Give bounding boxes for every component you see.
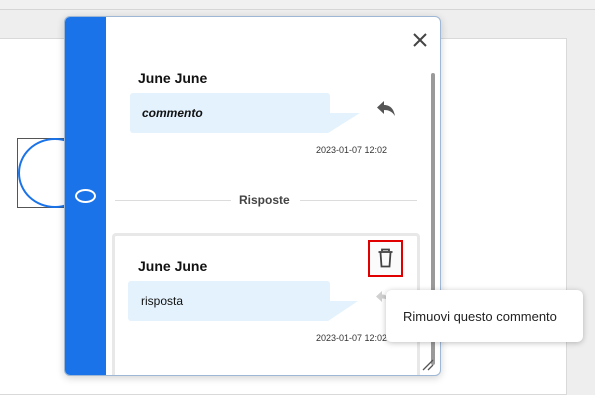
reply-button[interactable] xyxy=(375,98,397,118)
comment-author: June June xyxy=(138,70,208,86)
reply-icon xyxy=(377,101,395,116)
comment-bubble-tail xyxy=(328,113,360,133)
panel-accent-stripe xyxy=(65,17,106,375)
reply-bubble-tail xyxy=(328,301,358,321)
divider-line xyxy=(300,200,417,201)
replies-label: Risposte xyxy=(239,193,290,207)
comment-timestamp: 2023-01-07 12:02 xyxy=(316,145,388,155)
resize-grip-icon xyxy=(422,359,434,371)
reply-timestamp: 2023-01-07 12:02 xyxy=(316,333,388,343)
reply-text: risposta xyxy=(141,294,184,308)
resize-handle[interactable] xyxy=(420,357,434,371)
divider-line xyxy=(115,200,231,201)
shape-marker-icon xyxy=(75,189,96,203)
comment-panel: June June commento 2023-01-07 12:02 Risp… xyxy=(64,16,441,376)
close-button[interactable] xyxy=(409,29,431,51)
tooltip: Rimuovi questo commento xyxy=(386,290,583,342)
comment-text: commento xyxy=(142,106,203,120)
trash-icon xyxy=(378,248,393,268)
reply-author: June June xyxy=(138,258,208,274)
close-icon xyxy=(413,33,427,47)
top-toolbar-strip xyxy=(0,0,595,10)
delete-reply-button[interactable] xyxy=(368,240,403,277)
